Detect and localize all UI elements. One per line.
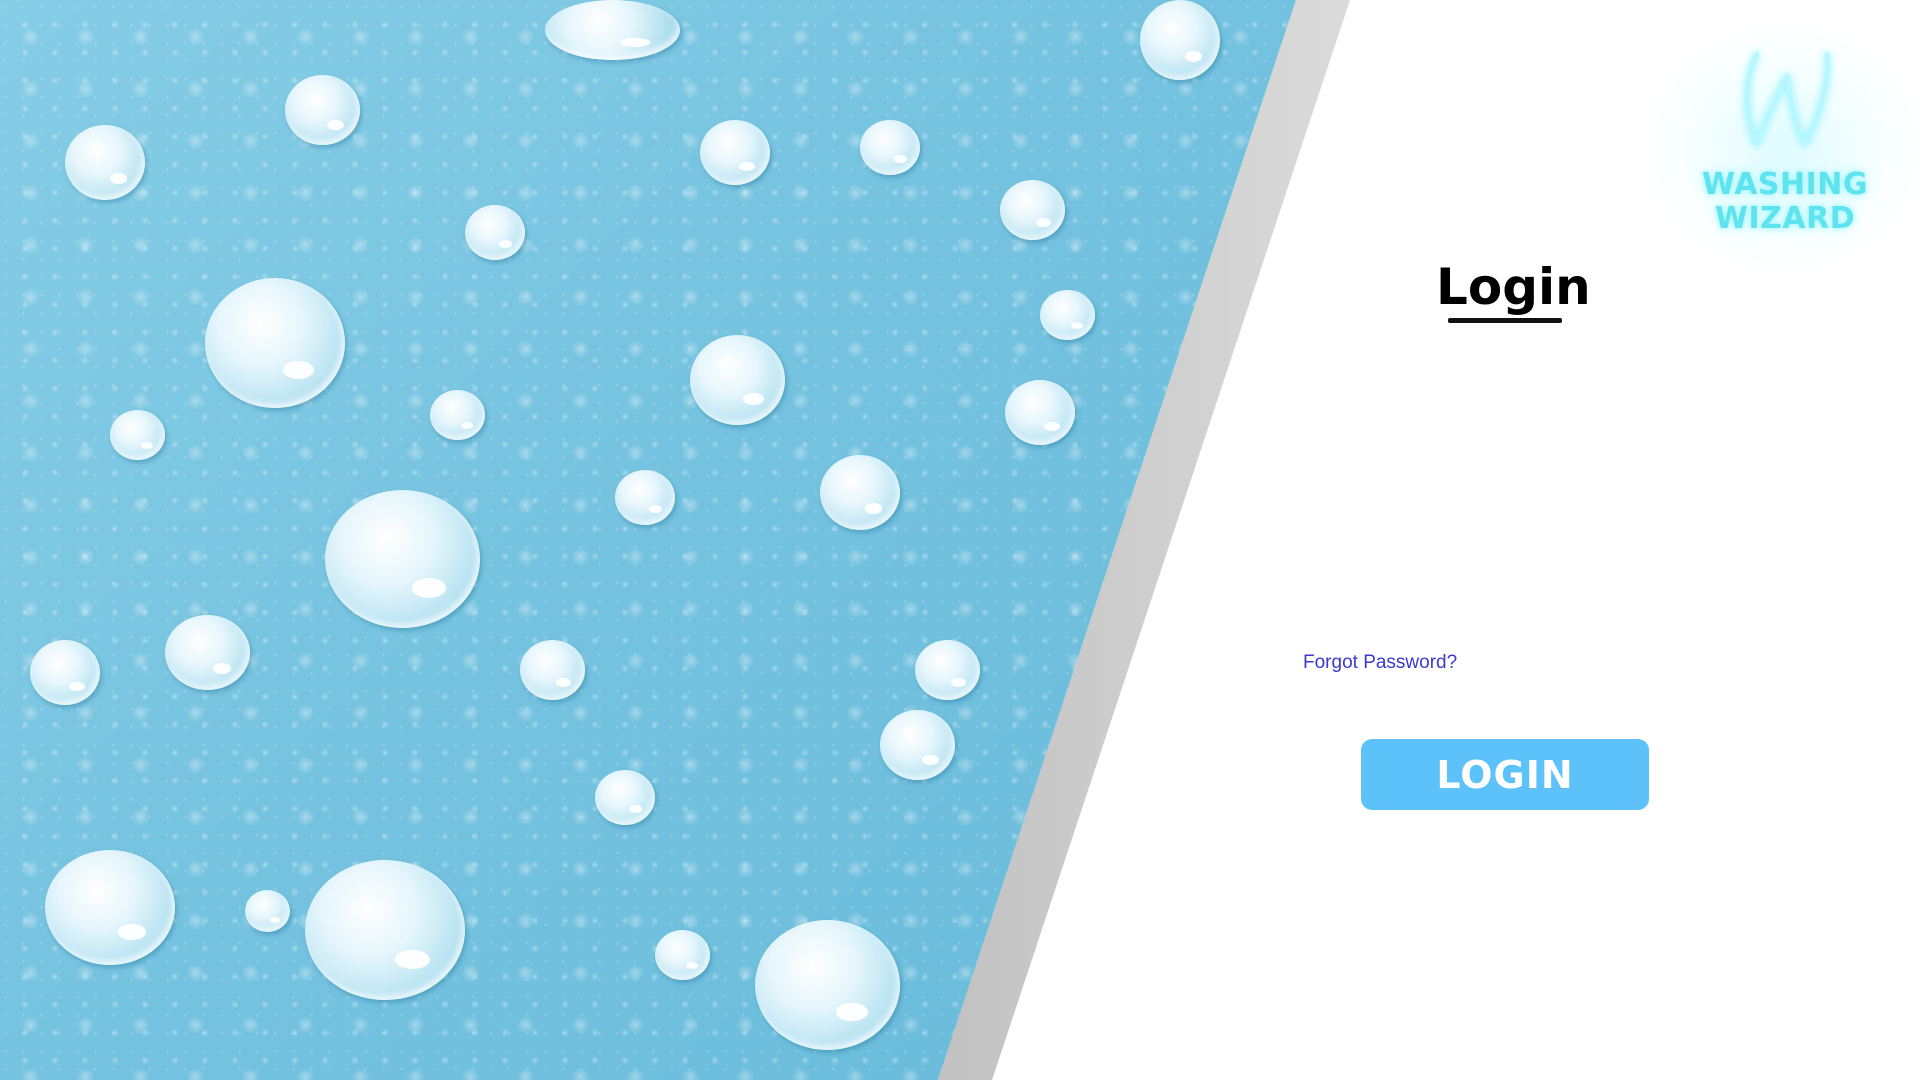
washing-wizard-logo: WASHING WIZARD: [1650, 28, 1920, 268]
washing-wizard-w-icon: [1744, 51, 1831, 147]
forgot-password-link[interactable]: Forgot Password?: [1303, 652, 1457, 674]
water-drop: [205, 278, 345, 408]
logo-line-2: WIZARD: [1714, 201, 1856, 236]
water-drop: [860, 120, 920, 175]
water-drop: [755, 920, 900, 1050]
login-button[interactable]: LOGIN: [1361, 739, 1649, 810]
water-drop: [285, 75, 360, 145]
water-drop: [655, 930, 710, 980]
water-drop: [690, 335, 785, 425]
water-drops-background-image: [0, 0, 1296, 1080]
water-drop: [1000, 180, 1065, 240]
logo-line-1: WASHING: [1701, 167, 1869, 202]
page-title: Login: [1436, 258, 1591, 316]
water-drop: [1005, 380, 1075, 445]
water-drop: [305, 860, 465, 1000]
water-drop: [820, 455, 900, 530]
water-drop: [595, 770, 655, 825]
water-drop: [110, 410, 165, 460]
water-drop: [520, 640, 585, 700]
title-underline: [1448, 318, 1562, 323]
water-drop: [1040, 290, 1095, 340]
water-drop: [30, 640, 100, 705]
water-drop: [65, 125, 145, 200]
water-drop: [915, 640, 980, 700]
water-drop: [45, 850, 175, 965]
water-drop: [700, 120, 770, 185]
water-drop: [245, 890, 290, 932]
water-drop: [325, 490, 480, 628]
water-drop: [1140, 0, 1220, 80]
water-drop: [545, 0, 680, 60]
logo-wordmark: WASHING WIZARD: [1650, 168, 1920, 236]
water-drop: [465, 205, 525, 260]
water-drop: [615, 470, 675, 525]
water-drop: [880, 710, 955, 780]
water-drop: [165, 615, 250, 690]
water-drop: [430, 390, 485, 440]
